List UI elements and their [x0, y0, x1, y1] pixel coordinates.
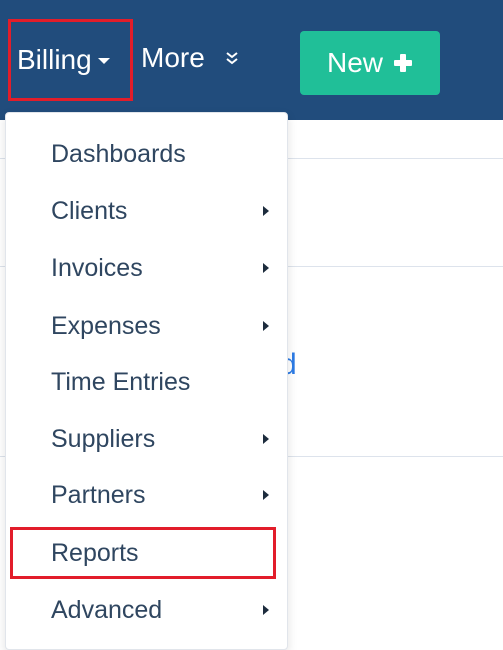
- caret-down-icon: [97, 58, 110, 64]
- menu-item-label: Reports: [51, 538, 139, 567]
- new-button-label: New: [326, 47, 383, 78]
- menu-item-dashboards[interactable]: Dashboards: [6, 131, 287, 177]
- caret-right-icon: [263, 263, 269, 273]
- menu-item-label: Expenses: [51, 311, 161, 340]
- menu-item-label: Time Entries: [51, 367, 191, 396]
- menu-item-label: Dashboards: [51, 139, 186, 168]
- menu-item-label: Suppliers: [51, 424, 156, 453]
- menu-item-invoices[interactable]: Invoices: [6, 245, 287, 291]
- new-button[interactable]: New: [300, 31, 440, 95]
- menu-item-label: Invoices: [51, 253, 143, 282]
- billing-menu-label: Billing: [17, 44, 92, 75]
- caret-right-icon: [263, 206, 269, 216]
- double-chevron-down-icon: [225, 50, 239, 66]
- menu-item-advanced[interactable]: Advanced: [6, 587, 287, 633]
- top-navigation-bar: Billing More New: [0, 0, 503, 120]
- menu-item-time-entries[interactable]: Time Entries: [6, 359, 287, 405]
- menu-item-label: Advanced: [51, 595, 163, 624]
- menu-item-expenses[interactable]: Expenses: [6, 303, 287, 349]
- menu-item-reports[interactable]: Reports: [6, 530, 287, 576]
- more-menu-button[interactable]: More: [141, 42, 239, 74]
- caret-right-icon: [263, 321, 269, 331]
- billing-dropdown-menu: Dashboards Clients Invoices Expenses Tim…: [5, 112, 288, 650]
- billing-menu-button[interactable]: Billing: [8, 19, 133, 101]
- menu-item-partners[interactable]: Partners: [6, 472, 287, 518]
- menu-item-suppliers[interactable]: Suppliers: [6, 416, 287, 462]
- plus-icon: [393, 53, 413, 73]
- caret-right-icon: [263, 490, 269, 500]
- menu-item-clients[interactable]: Clients: [6, 188, 287, 234]
- caret-right-icon: [263, 605, 269, 615]
- menu-item-label: Clients: [51, 196, 128, 225]
- more-menu-label: More: [141, 42, 205, 73]
- menu-item-label: Partners: [51, 480, 146, 509]
- caret-right-icon: [263, 434, 269, 444]
